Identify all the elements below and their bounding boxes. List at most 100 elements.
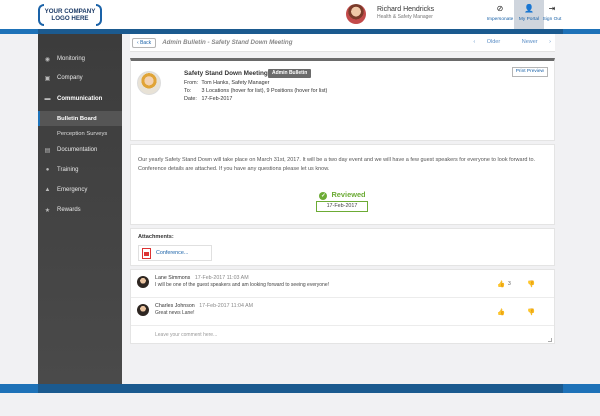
comment-item: Charles Johnson 17-Feb-2017 11:04 AM Gre… <box>131 298 554 325</box>
logo-line-1: YOUR COMPANY <box>44 8 96 15</box>
impersonate-button[interactable]: ⊘ Impersonate <box>485 0 515 29</box>
breadcrumb: ‹ Back Admin Bulletin - Safety Stand Dow… <box>130 34 555 52</box>
comment-header: Lane Simmons 17-Feb-2017 11:03 AM <box>155 275 249 281</box>
sidebar-item-label: Training <box>57 167 79 173</box>
footer-band-inner <box>38 384 563 393</box>
comment-input-placeholder: Leave your comment here... <box>155 332 218 338</box>
author-avatar <box>137 71 161 95</box>
back-label: Back <box>140 39 152 46</box>
to-label: To: <box>184 88 192 94</box>
commenter-avatar <box>137 304 149 316</box>
bulletin-type-badge: Admin Bulletin <box>268 69 312 78</box>
sidebar-item-label: Communication <box>57 96 103 102</box>
reviewed-label: Reviewed <box>331 190 366 199</box>
print-preview-button[interactable]: Print Preview <box>511 67 548 77</box>
commenter-avatar <box>137 276 149 288</box>
date-label: Date: <box>184 96 197 102</box>
page-title: Admin Bulletin - Safety Stand Down Meeti… <box>162 39 293 46</box>
newer-label: Newer <box>521 39 538 45</box>
attachments-card: Attachments: Conference... <box>130 228 555 266</box>
comment-header: Charles Johnson 17-Feb-2017 11:04 AM <box>155 303 253 309</box>
sidebar-item-documentation[interactable]: ▤ Documentation <box>38 142 122 158</box>
logo-line-2: LOGO HERE <box>51 15 89 22</box>
from-label: From: <box>184 80 199 86</box>
chat-icon: ▬ <box>44 96 51 102</box>
post-from-row: From: Tom Hanks, Safety Manager <box>184 80 269 86</box>
from-value: Tom Hanks, Safety Manager <box>201 80 270 86</box>
comment-author: Charles Johnson <box>155 303 195 309</box>
sidebar-subitem-perception-surveys[interactable]: Perception Surveys <box>38 126 122 141</box>
post-body-card: Our yearly Safety Stand Down will take p… <box>130 144 555 225</box>
attachment-item[interactable]: Conference... <box>138 245 212 261</box>
eye-icon: ◉ <box>44 56 51 63</box>
user-role: Health & Safety Manager <box>377 14 433 20</box>
sign-out-label: Sign Out <box>542 17 562 22</box>
sidebar-item-label: Documentation <box>57 147 98 153</box>
sidebar: ◉ Monitoring ▣ Company ▬ Communication B… <box>38 34 122 384</box>
comment-time: 17-Feb-2017 11:04 AM <box>199 303 254 309</box>
thumbs-up-icon[interactable]: 👍 <box>497 280 505 288</box>
older-label: Older <box>486 39 501 45</box>
logo-right-bracket <box>96 4 102 26</box>
sidebar-item-company[interactable]: ▣ Company <box>38 70 122 86</box>
reviewed-date: 17-Feb-2017 <box>316 201 368 212</box>
post-to-row: To: 3 Locations (hover for list), 9 Posi… <box>184 88 327 94</box>
thumbs-up-icon[interactable]: 👍 <box>497 308 505 316</box>
reviewed-status: ✓ Reviewed <box>131 190 554 200</box>
top-bar: YOUR COMPANY LOGO HERE Richard Hendricks… <box>0 0 600 29</box>
thumbs-down-icon[interactable]: 👎 <box>527 280 535 288</box>
comment-author: Lane Simmons <box>155 275 191 281</box>
eye-slash-icon: ⊘ <box>496 4 504 13</box>
older-link[interactable]: ‹ Older <box>463 39 500 45</box>
chevron-left-icon: ‹ <box>473 39 477 45</box>
check-circle-icon: ✓ <box>319 192 328 200</box>
resize-handle-icon[interactable] <box>548 338 552 342</box>
sidebar-item-monitoring[interactable]: ◉ Monitoring <box>38 51 122 67</box>
company-logo[interactable]: YOUR COMPANY LOGO HERE <box>38 4 102 26</box>
sidebar-subitem-label: Perception Surveys <box>57 130 108 137</box>
date-value: 17-Feb-2017 <box>201 96 233 102</box>
logo-text: YOUR COMPANY LOGO HERE <box>45 8 96 22</box>
pdf-icon <box>142 247 151 259</box>
sidebar-subitem-bulletin-board[interactable]: Bulletin Board <box>38 111 122 126</box>
attachment-name: Conference... <box>156 250 189 256</box>
post-date-row: Date: 17-Feb-2017 <box>184 96 232 102</box>
sidebar-subitem-label: Bulletin Board <box>57 115 97 122</box>
trophy-icon: ★ <box>44 207 51 214</box>
back-button[interactable]: ‹ Back <box>132 37 157 48</box>
to-value[interactable]: 3 Locations (hover for list), 9 Position… <box>202 88 328 94</box>
comment-text: I will be one of the guest speakers and … <box>155 282 329 288</box>
post-pager: ‹ Older Newer › <box>453 39 551 45</box>
comment-time: 17-Feb-2017 11:03 AM <box>194 275 249 281</box>
sidebar-item-label: Company <box>57 75 83 81</box>
user-avatar <box>346 4 366 24</box>
comment-item: Lane Simmons 17-Feb-2017 11:03 AM I will… <box>131 270 554 297</box>
logo-left-bracket <box>38 4 44 26</box>
book-icon: ▤ <box>44 147 51 154</box>
sidebar-item-communication[interactable]: ▬ Communication <box>38 91 122 107</box>
chevron-right-icon: › <box>547 39 551 45</box>
comments-card: Lane Simmons 17-Feb-2017 11:03 AM I will… <box>130 269 555 344</box>
sign-out-icon: ⇥ <box>548 4 556 13</box>
impersonate-label: Impersonate <box>486 17 514 22</box>
lightbulb-icon: ● <box>45 167 50 173</box>
comment-input[interactable]: Leave your comment here... <box>131 325 554 344</box>
main-content: ‹ Back Admin Bulletin - Safety Stand Dow… <box>130 34 555 384</box>
sign-out-button[interactable]: ⇥ Sign Out <box>537 0 567 29</box>
post-body-text: Our yearly Safety Stand Down will take p… <box>138 157 536 172</box>
sidebar-item-emergency[interactable]: ▲ Emergency <box>38 182 122 198</box>
attachments-title: Attachments: <box>138 234 174 240</box>
thumbs-down-icon[interactable]: 👎 <box>527 308 535 316</box>
sidebar-item-label: Monitoring <box>57 56 86 62</box>
post-header-card: Safety Stand Down Meeting Admin Bulletin… <box>130 58 555 141</box>
sidebar-item-rewards[interactable]: ★ Rewards <box>38 202 122 218</box>
sidebar-item-training[interactable]: ● Training <box>38 162 122 178</box>
user-name: Richard Hendricks <box>377 6 435 13</box>
like-count: 3 <box>508 281 511 287</box>
newer-link[interactable]: Newer › <box>512 39 551 45</box>
comment-text: Great news Lane! <box>155 310 195 316</box>
sidebar-item-label: Emergency <box>57 187 88 193</box>
post-title: Safety Stand Down Meeting <box>184 70 268 77</box>
alarm-icon: ▲ <box>44 187 51 193</box>
sidebar-item-label: Rewards <box>57 207 81 213</box>
